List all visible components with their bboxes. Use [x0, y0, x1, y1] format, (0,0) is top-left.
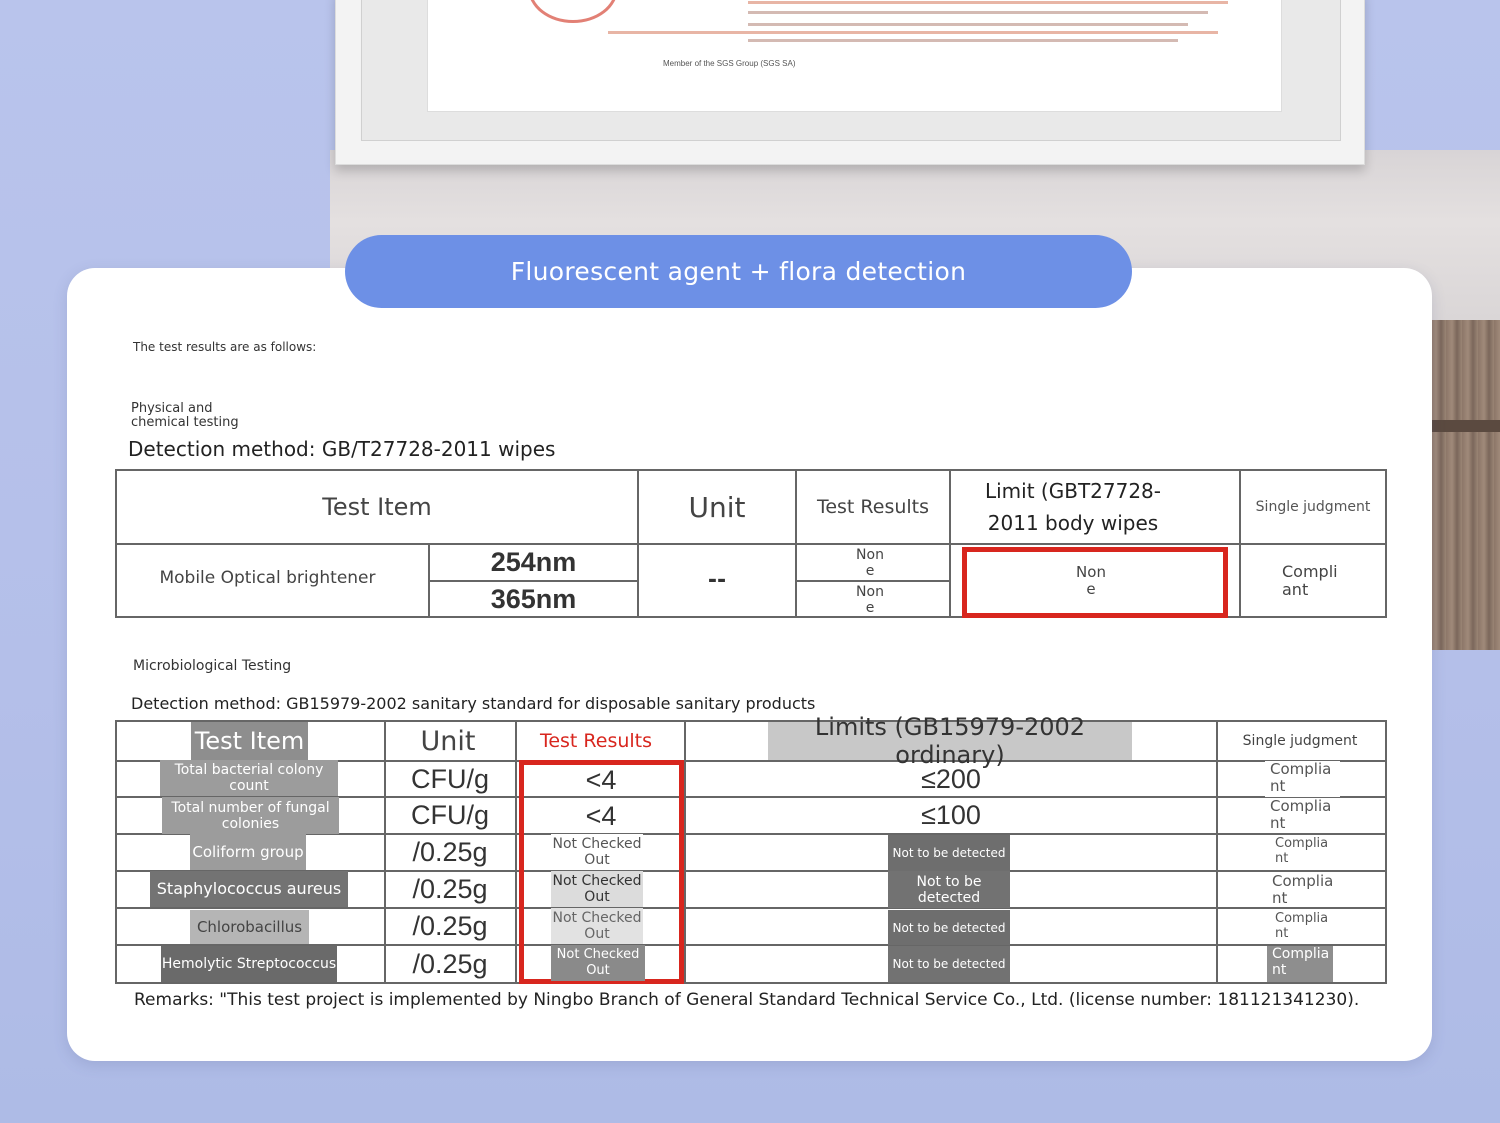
result-254: None	[856, 547, 884, 579]
micro-limit-1: ≤100	[921, 800, 981, 830]
micro-item-streptococcus: Hemolytic Streptococcus	[161, 946, 337, 982]
micro-item-bacterial: Total bacterial colony count	[160, 760, 338, 796]
wavelength-254: 254nm	[490, 547, 577, 577]
background-wood-panel	[1430, 320, 1500, 650]
certificate-paper	[427, 0, 1282, 112]
header-single-judgment: Single judgment	[1255, 499, 1371, 515]
micro-limit-3: Not to be detected	[888, 871, 1010, 908]
micro-header-unit: Unit	[412, 722, 484, 760]
micro-section-title: Microbiological Testing	[133, 658, 292, 674]
micro-result-0: <4	[585, 764, 617, 795]
header-test-item: Test Item	[322, 493, 432, 521]
intro-text: The test results are as follows:	[133, 340, 317, 354]
certificate-frame-inner	[361, 0, 1341, 141]
remarks-text: Remarks: "This test project is implement…	[134, 990, 1360, 1010]
micro-unit-5: /0.25g	[412, 948, 488, 979]
micro-unit-0: CFU/g	[410, 763, 489, 794]
micro-judgment-2: Compliant	[1268, 836, 1336, 870]
wavelength-365: 365nm	[490, 583, 577, 614]
micro-result-1: <4	[585, 801, 617, 831]
micro-item-chlorobacillus: Chlorobacillus	[190, 910, 309, 944]
micro-item-fungal: Total number of fungal colonies	[162, 797, 339, 834]
micro-judgment-0: Compliant	[1265, 761, 1340, 797]
result-365: None	[856, 584, 884, 616]
micro-method: Detection method: GB15979-2002 sanitary …	[131, 694, 816, 713]
micro-header-limits: Limits (GB15979-2002 ordinary)	[768, 713, 1132, 769]
limit-value: None	[1076, 563, 1106, 598]
micro-result-2: Not Checked Out	[551, 834, 643, 869]
banner-title: Fluorescent agent + flora detection	[345, 235, 1132, 308]
micro-header-single-judgment: Single judgment	[1240, 722, 1360, 760]
micro-limit-5: Not to be detected	[888, 946, 1010, 982]
micro-limit-2: Not to be detected	[888, 835, 1010, 871]
micro-judgment-4: Compliant	[1268, 911, 1336, 944]
micro-unit-2: /0.25g	[412, 837, 488, 867]
micro-limit-0: ≤200	[921, 763, 981, 794]
header-unit: Unit	[688, 490, 746, 524]
certificate-caption: Member of the SGS Group (SGS SA)	[663, 59, 796, 68]
micro-header-test-item: Test Item	[191, 722, 308, 760]
header-limit: Limit (GBT27728-2011 body wipes	[984, 479, 1161, 535]
micro-unit-4: /0.25g	[412, 911, 488, 941]
micro-header-test-results: Test Results	[530, 722, 662, 760]
micro-limit-4: Not to be detected	[888, 910, 1010, 945]
micro-judgment-5: Compliant	[1267, 946, 1333, 982]
micro-item-staphylococcus: Staphylococcus aureus	[150, 871, 348, 907]
item-optical-brightener: Mobile Optical brightener	[159, 568, 376, 588]
micro-result-4: Not Checked Out	[551, 908, 643, 944]
micro-item-coliform: Coliform group	[190, 834, 306, 870]
micro-unit-1: CFU/g	[410, 800, 489, 830]
physical-method: Detection method: GB/T27728-2011 wipes	[128, 437, 556, 461]
certificate-seal-stamp	[528, 0, 618, 23]
unit-value: --	[707, 568, 727, 593]
micro-result-3: Not Checked Out	[551, 871, 643, 907]
certificate-frame	[335, 0, 1365, 165]
micro-judgment-3: Compliant	[1266, 873, 1336, 907]
physical-section-title: Physical and chemical testing	[131, 401, 239, 430]
micro-result-5: Not Checked Out	[551, 945, 645, 981]
header-test-results: Test Results	[816, 496, 930, 518]
micro-judgment-1: Compliant	[1265, 798, 1340, 833]
judgment-value: Compliant	[1282, 562, 1338, 599]
micro-unit-3: /0.25g	[412, 874, 488, 904]
